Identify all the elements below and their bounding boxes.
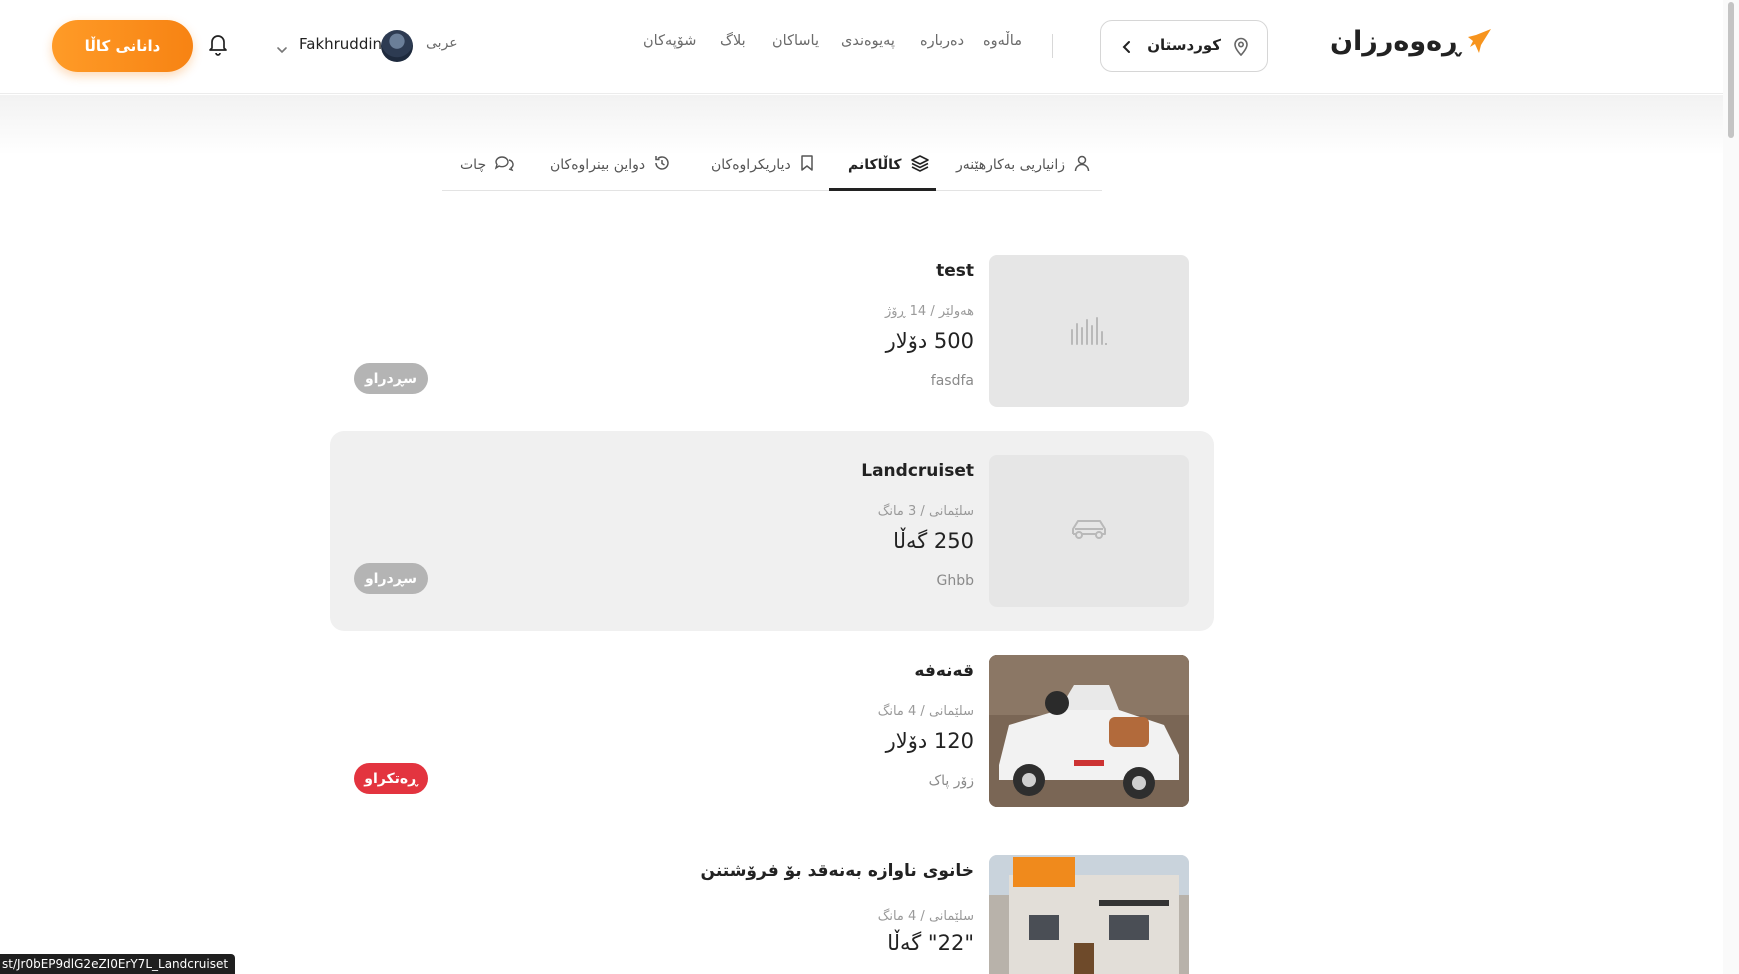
tab-bookmarks[interactable]: دیاریکراوەکان <box>711 154 815 176</box>
listing-title[interactable]: test <box>936 261 974 281</box>
tab-chat[interactable]: چات <box>460 154 514 176</box>
tab-my-items[interactable]: کاڵاکانم <box>848 154 930 176</box>
chevron-left-icon <box>1119 37 1135 61</box>
nav-divider <box>1052 34 1053 58</box>
rocket-icon <box>1464 27 1494 57</box>
listing-description: زۆر پاک <box>928 773 974 789</box>
tab-label: زانیاریی بەکارهێنەر <box>956 157 1066 173</box>
nav-home[interactable]: ماڵەوە <box>983 33 1022 49</box>
listing-photo[interactable] <box>989 855 1189 974</box>
listing-description: Ghbb <box>936 573 975 589</box>
chat-icon <box>494 154 514 176</box>
nav-contact[interactable]: پەیوەندی <box>841 33 895 49</box>
bookmark-icon <box>799 154 815 176</box>
listing-card[interactable]: Landcruiset سلێمانی / 3 مانگ 250 گەڵا Gh… <box>330 431 1214 631</box>
chevron-down-icon[interactable] <box>276 40 288 59</box>
tab-label: دیاریکراوەکان <box>711 157 791 173</box>
bell-icon[interactable] <box>207 32 229 60</box>
toy-car-photo <box>989 655 1189 807</box>
tab-label: کاڵاکانم <box>848 157 902 173</box>
status-badge: سڕدراو <box>354 363 428 394</box>
avatar[interactable] <box>381 30 413 62</box>
tab-user-info[interactable]: زانیاریی بەکارهێنەر <box>956 154 1091 176</box>
logo[interactable]: ڕەوەرزان <box>1330 26 1494 57</box>
car-placeholder-icon <box>1069 512 1109 550</box>
tab-recently-viewed[interactable]: دواین بینراوەکان <box>550 154 671 176</box>
nav-rules[interactable]: یاساکان <box>772 33 819 49</box>
logo-text: ڕەوەرزان <box>1330 26 1461 57</box>
link-status-bar: st/Jr0bEP9dlG2eZI0ErY7L_Landcruiset <box>0 954 236 974</box>
nav-about[interactable]: دەربارە <box>920 33 964 49</box>
listing-meta: سلێمانی / 4 مانگ <box>877 909 974 924</box>
add-listing-button[interactable]: دانانی کاڵا <box>52 20 193 72</box>
location-label: كوردستان <box>1147 36 1221 54</box>
location-selector[interactable]: كوردستان <box>1100 20 1268 72</box>
listing-price: 120 دۆلار <box>885 729 974 753</box>
listing-card[interactable]: test هەولێر / 14 ڕۆژ 500 دۆلار fasdfa سڕ… <box>330 231 1214 431</box>
map-pin-icon <box>1233 37 1249 61</box>
listing-title[interactable]: قەنەفە <box>914 661 974 681</box>
listing-title[interactable]: Landcruiset <box>861 461 974 481</box>
building-placeholder-icon <box>1069 312 1109 350</box>
listing-meta: هەولێر / 14 ڕۆژ <box>885 304 974 319</box>
listing-thumbnail[interactable] <box>989 255 1189 407</box>
layers-icon <box>910 154 930 176</box>
listing-thumbnail[interactable] <box>989 455 1189 607</box>
top-header: ڕەوەرزان كوردستان ماڵەوە دەربارە پەیوەند… <box>0 0 1723 94</box>
listing-photo[interactable] <box>989 655 1189 807</box>
history-icon <box>653 154 671 176</box>
listing-price: "22" گەڵا <box>887 931 974 955</box>
language-switch[interactable]: عربی <box>426 35 458 51</box>
listing-meta: سلێمانی / 4 مانگ <box>877 704 974 719</box>
tab-label: چات <box>460 157 487 173</box>
listing-meta: سلێمانی / 3 مانگ <box>877 504 974 519</box>
house-photo <box>989 855 1189 974</box>
listing-title[interactable]: خانوی ناوازە بەنەقد بۆ فرۆشتنن <box>701 861 974 881</box>
tab-label: دواین بینراوەکان <box>550 157 646 173</box>
listing-description: fasdfa <box>930 373 974 389</box>
listing-card[interactable]: خانوی ناوازە بەنەقد بۆ فرۆشتنن سلێمانی /… <box>330 831 1214 974</box>
listing-price: 250 گەڵا <box>893 529 974 553</box>
nav-blog[interactable]: بلاگ <box>720 33 746 49</box>
scrollbar-thumb[interactable] <box>1728 2 1734 138</box>
nav-shops[interactable]: شۆپەکان <box>643 33 696 49</box>
status-badge: سڕدراو <box>354 563 428 594</box>
username[interactable]: Fakhruddin <box>299 35 382 53</box>
listing-card[interactable]: قەنەفە سلێمانی / 4 مانگ 120 دۆلار زۆر پا… <box>330 631 1214 831</box>
active-tab-indicator <box>829 188 936 191</box>
scrollbar[interactable] <box>1723 0 1739 974</box>
status-badge: ڕەتکراو <box>354 763 428 794</box>
user-icon <box>1073 154 1091 176</box>
listing-price: 500 دۆلار <box>885 329 974 353</box>
